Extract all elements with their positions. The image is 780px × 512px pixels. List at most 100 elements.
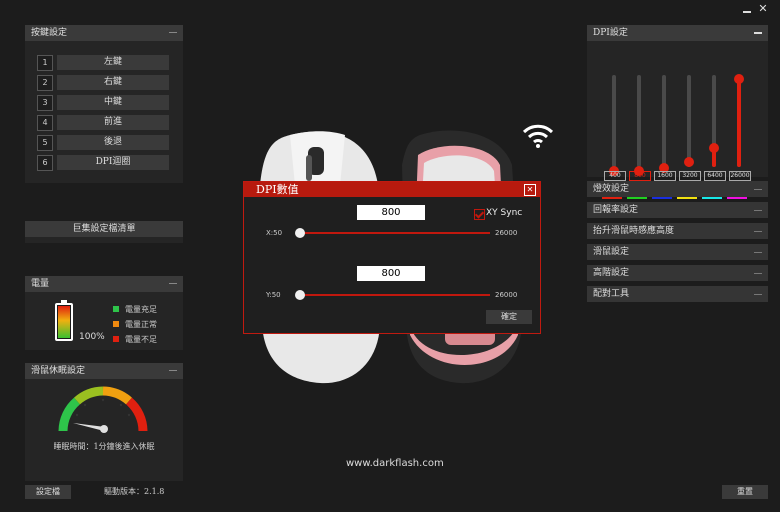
checkmark-icon [474,209,485,219]
dpi-level-slider[interactable]: 3200 [677,75,701,199]
dpi-track [737,75,741,167]
dpi-value-label[interactable]: 1600 [654,171,676,181]
y-min-label: Y:50 [266,291,281,299]
dpi-fill [737,75,741,167]
menu-item[interactable]: 燈效設定 [587,181,768,197]
button-number: 2 [37,75,53,91]
menu-item-label: 燈效設定 [593,184,630,194]
dpi-level-slider[interactable]: 800 [627,75,651,199]
dpi-knob[interactable] [734,74,744,84]
reset-button[interactable]: 重置 [722,485,768,499]
close-button[interactable]: ✕ [757,3,769,15]
xy-sync-checkbox[interactable] [474,209,485,220]
xy-sync-label: XY Sync [486,208,523,218]
x-max-label: 26000 [495,229,518,237]
panel-title: 電量 [31,279,50,289]
website-link[interactable]: www.darkflash.com [346,458,444,469]
button-number: 6 [37,155,53,171]
dpi-track [662,75,666,167]
profile-button[interactable]: 設定檔 [25,485,71,499]
button-assign-2[interactable]: 右鍵 [57,75,169,90]
minimize-icon [743,11,751,13]
button-assign-6[interactable]: DPI迴圈 [57,155,169,170]
battery-panel: 電量 100% 電量充足電量正常電量不足 [25,276,183,350]
panel-title: 按鍵設定 [31,28,68,38]
dpi-value-label[interactable]: 800 [629,171,651,181]
legend-label: 電量不足 [125,335,157,344]
x-min-label: X:50 [266,229,283,237]
menu-item-label: 滑鼠設定 [593,247,630,257]
menu-item[interactable]: 抬升滑鼠時感應高度 [587,223,768,239]
menu-item[interactable]: 配對工具 [587,286,768,302]
dpi-value-label[interactable]: 400 [604,171,626,181]
collapse-icon[interactable] [169,370,177,371]
dpi-value-label[interactable]: 26000 [729,171,751,181]
macro-list-button[interactable]: 巨集設定檔清單 [25,221,183,237]
minimize-button[interactable] [742,6,752,16]
sleep-time-text: 睡眠時間：1分鐘後進入休眠 [53,442,155,451]
sleep-gauge[interactable] [55,383,151,439]
y-dpi-input[interactable]: 800 [357,266,425,281]
dpi-track [612,75,616,167]
collapse-icon[interactable] [169,283,177,284]
button-number: 4 [37,115,53,131]
confirm-button[interactable]: 確定 [486,310,532,324]
menu-item-label: 抬升滑鼠時感應高度 [593,226,675,236]
menu-item-label: 高階設定 [593,268,630,278]
x-dpi-input[interactable]: 800 [357,205,425,220]
collapse-icon [754,294,762,295]
wifi-icon [522,124,554,148]
y-slider-handle[interactable] [295,290,305,300]
dpi-value-dialog: DPI數值 ✕ 800 XY Sync X:50 26000 800 Y:50 … [243,181,541,334]
legend-swatch [113,321,119,327]
x-slider-handle[interactable] [295,228,305,238]
button-assign-1[interactable]: 左鍵 [57,55,169,70]
dpi-knob[interactable] [709,143,719,153]
collapse-icon [754,210,762,211]
dpi-level-slider[interactable]: 400 [602,75,626,199]
macro-list-panel: 巨集設定檔清單 [25,221,183,243]
menu-item-label: 回報率設定 [593,205,639,215]
dpi-settings-panel: DPI設定 400 800 1600 3200 6400 26000 [587,25,768,199]
dpi-knob[interactable] [684,157,694,167]
legend-swatch [113,306,119,312]
menu-item[interactable]: 滑鼠設定 [587,244,768,260]
close-icon: ✕ [526,185,534,194]
button-number: 5 [37,135,53,151]
y-dpi-slider[interactable] [300,294,490,296]
legend-swatch [113,336,119,342]
menu-item[interactable]: 高階設定 [587,265,768,281]
dpi-level-slider[interactable]: 1600 [652,75,676,199]
button-assign-5[interactable]: 後退 [57,135,169,150]
dpi-level-slider[interactable]: 6400 [702,75,726,199]
x-dpi-slider[interactable] [300,232,490,234]
panel-header: DPI設定 [587,25,768,41]
legend-label: 電量充足 [125,305,157,314]
battery-icon [55,300,73,341]
legend-label: 電量正常 [125,320,157,329]
dpi-level-slider[interactable]: 26000 [727,74,751,199]
dpi-value-label[interactable]: 6400 [704,171,726,181]
menu-item[interactable]: 回報率設定 [587,202,768,218]
dpi-track [712,75,716,167]
button-assign-4[interactable]: 前進 [57,115,169,130]
dialog-header: DPI數值 ✕ [244,182,540,197]
button-settings-panel: 按鍵設定 1 左鍵 2 右鍵 3 中鍵 4 前進 5 後退 6 DPI迴圈 [25,25,183,183]
panel-title: DPI設定 [593,28,628,38]
button-assign-3[interactable]: 中鍵 [57,95,169,110]
battery-percent: 100% [79,332,105,342]
dialog-close-button[interactable]: ✕ [524,184,536,196]
panel-header: 電量 [25,276,183,292]
y-max-label: 26000 [495,291,518,299]
dpi-track [637,75,641,167]
panel-title: 滑鼠休眠設定 [31,366,86,376]
collapse-icon [754,252,762,253]
dpi-value-label[interactable]: 3200 [679,171,701,181]
collapse-icon[interactable] [754,32,762,34]
menu-item-label: 配對工具 [593,289,630,299]
panel-header: 按鍵設定 [25,25,183,41]
driver-version: 驅動版本：2.1.8 [104,487,165,496]
dialog-title: DPI數值 [256,183,299,196]
collapse-icon[interactable] [169,32,177,33]
collapse-icon [754,273,762,274]
